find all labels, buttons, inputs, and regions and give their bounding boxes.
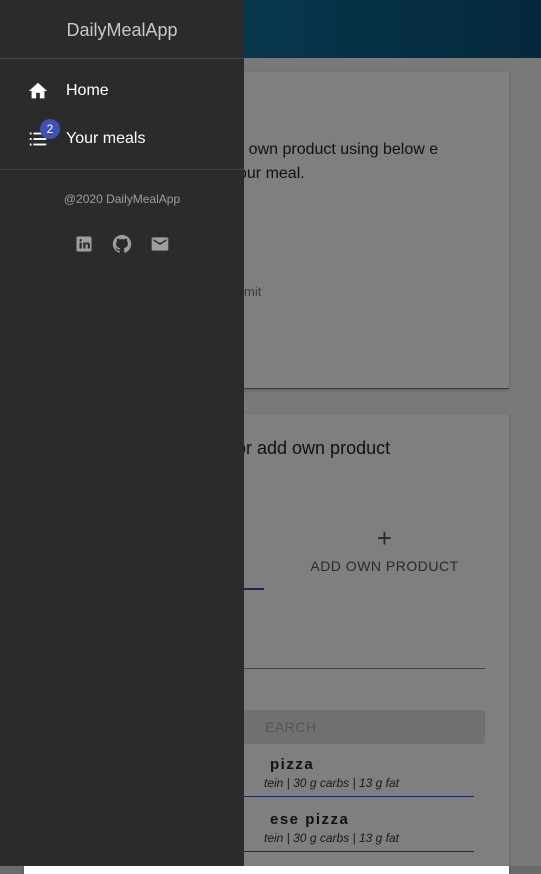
drawer-nav: Home 2 Your meals: [0, 59, 244, 170]
navigation-drawer: DailyMealApp Home 2 Your meals @2020 Dai…: [0, 0, 244, 866]
nav-item-your-meals[interactable]: 2 Your meals: [0, 115, 244, 163]
meals-count-badge: 2: [40, 119, 60, 139]
copyright-text: @2020 DailyMealApp: [63, 192, 181, 206]
list-icon: 2: [26, 119, 60, 151]
nav-item-label: Your meals: [66, 130, 146, 147]
linkedin-icon[interactable]: [72, 232, 96, 256]
github-icon[interactable]: [110, 232, 134, 256]
nav-item-home[interactable]: Home: [0, 67, 244, 115]
drawer-title: DailyMealApp: [0, 0, 244, 59]
nav-item-label: Home: [66, 82, 109, 99]
social-links: [0, 232, 244, 256]
home-icon: [26, 79, 50, 103]
email-icon[interactable]: [148, 232, 172, 256]
